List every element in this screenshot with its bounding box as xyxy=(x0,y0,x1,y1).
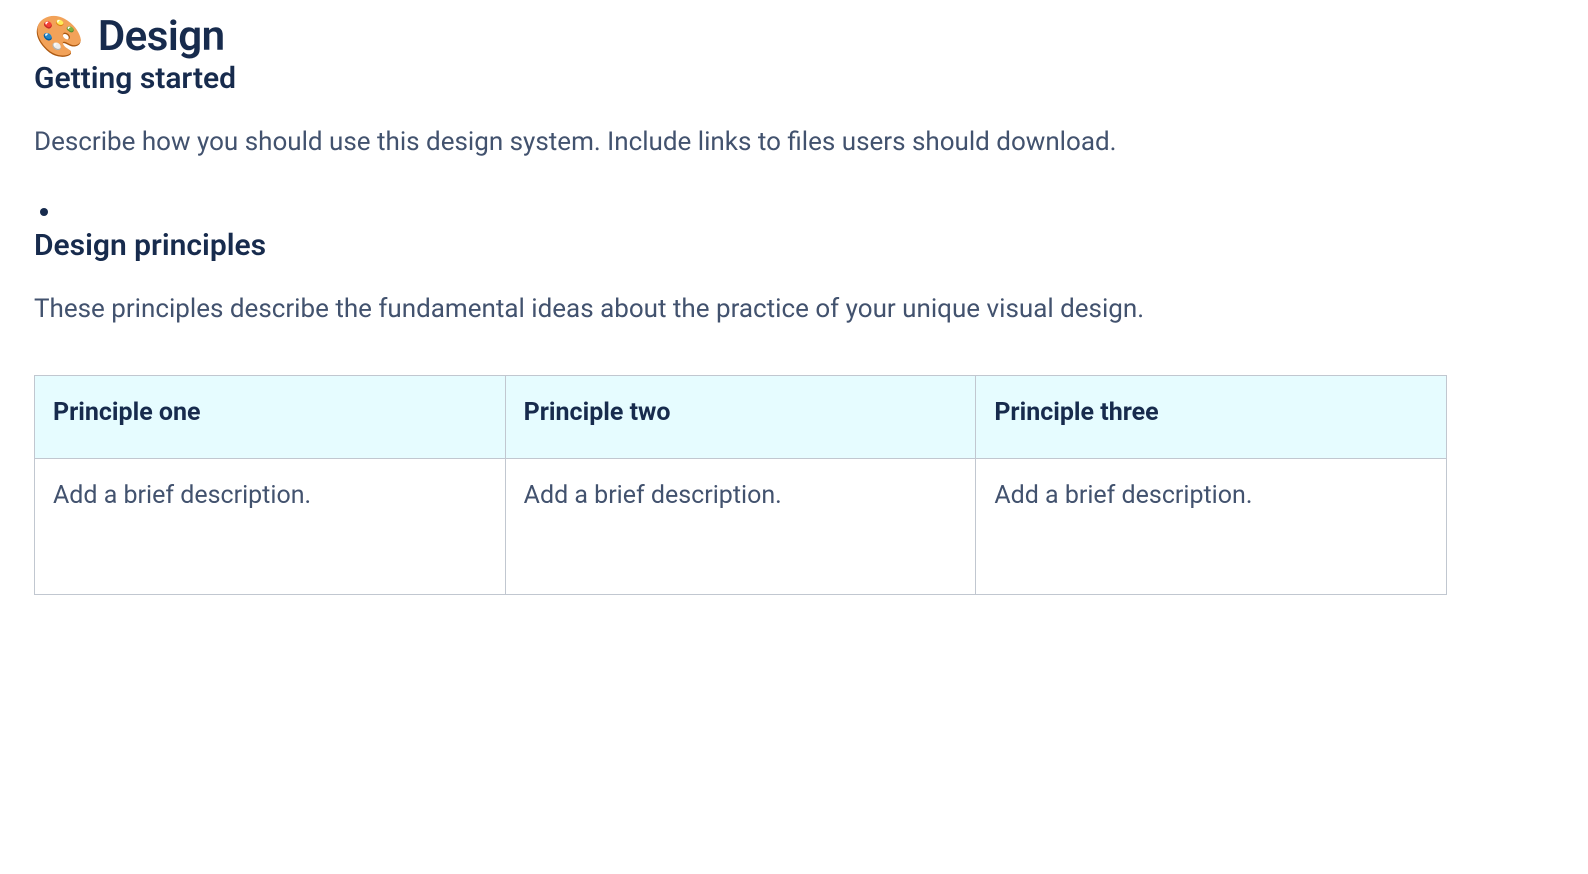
heading-design-principles[interactable]: Design principles xyxy=(34,228,1554,263)
principles-table: Principle one Principle two Principle th… xyxy=(34,375,1447,595)
table-header-cell[interactable]: Principle three xyxy=(976,375,1447,458)
getting-started-list[interactable] xyxy=(34,196,1554,227)
document-page: 🎨 Design Getting started Describe how yo… xyxy=(0,0,1588,874)
list-item[interactable] xyxy=(62,196,1554,227)
table-row: Add a brief description. Add a brief des… xyxy=(35,458,1447,594)
heading-getting-started[interactable]: Getting started xyxy=(34,61,1554,96)
table-header-row: Principle one Principle two Principle th… xyxy=(35,375,1447,458)
page-title[interactable]: Design xyxy=(98,12,225,61)
table-cell[interactable]: Add a brief description. xyxy=(976,458,1447,594)
table-header-cell[interactable]: Principle one xyxy=(35,375,506,458)
page-title-row: 🎨 Design xyxy=(34,12,1554,61)
table-header-cell[interactable]: Principle two xyxy=(505,375,976,458)
table-cell[interactable]: Add a brief description. xyxy=(35,458,506,594)
table-cell[interactable]: Add a brief description. xyxy=(505,458,976,594)
palette-icon: 🎨 xyxy=(34,17,84,57)
helper-design-principles[interactable]: These principles describe the fundamenta… xyxy=(34,291,1554,327)
helper-getting-started[interactable]: Describe how you should use this design … xyxy=(34,124,1554,160)
